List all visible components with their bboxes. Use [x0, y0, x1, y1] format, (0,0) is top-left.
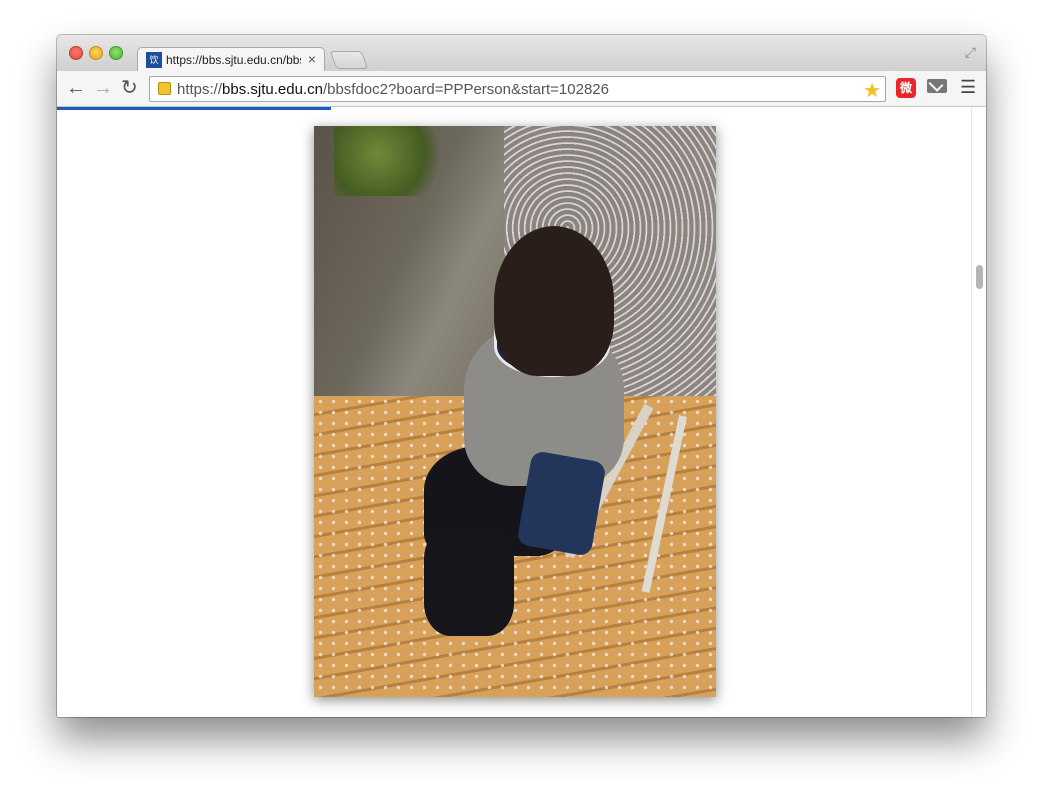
page-load-progress-bar [57, 107, 331, 110]
back-arrow-icon[interactable]: ← [66, 77, 86, 99]
url-path: /bbsfdoc2?board=PPPerson&start=102826 [322, 81, 609, 98]
scrollbar-thumb[interactable] [976, 265, 983, 289]
weibo-extension-icon[interactable]: 微 [896, 78, 916, 98]
minimize-window-button[interactable] [89, 46, 103, 60]
browser-tab[interactable]: 饮水 https://bbs.sjtu.edu.cn/bbsfdoc2?boar… [137, 47, 325, 81]
page-content [57, 107, 986, 717]
maximize-window-button[interactable] [109, 46, 123, 60]
url-scheme: https:// [177, 81, 223, 98]
tab-close-icon[interactable]: × [308, 51, 316, 67]
photo-girl-legs [424, 526, 514, 636]
browser-window: 饮水 https://bbs.sjtu.edu.cn/bbsfdoc2?boar… [57, 35, 986, 717]
site-favicon-icon: 饮水 [146, 52, 162, 81]
menu-icon[interactable]: ☰ [960, 77, 976, 98]
photo-grass [334, 126, 444, 196]
lock-warning-icon[interactable] [158, 82, 171, 95]
mail-extension-icon[interactable] [927, 79, 947, 93]
new-tab-button[interactable] [329, 51, 369, 69]
tab-title: https://bbs.sjtu.edu.cn/bbsfdoc2?board=P… [166, 53, 301, 67]
url-host: bbs.sjtu.edu.cn [222, 81, 323, 98]
close-window-button[interactable] [69, 46, 83, 60]
url-text[interactable]: https://bbs.sjtu.edu.cn/bbsfdoc2?board=P… [177, 81, 609, 98]
content-photo [314, 126, 716, 697]
vertical-scrollbar[interactable] [971, 107, 986, 717]
bookmark-star-icon[interactable]: ★ [863, 78, 881, 103]
title-bar: 饮水 https://bbs.sjtu.edu.cn/bbsfdoc2?boar… [57, 35, 986, 81]
forward-arrow-icon[interactable]: → [93, 77, 113, 99]
reload-icon[interactable]: ↻ [121, 77, 138, 99]
fullscreen-icon[interactable]: ⤢ [965, 44, 976, 61]
address-bar[interactable]: https://bbs.sjtu.edu.cn/bbsfdoc2?board=P… [149, 76, 886, 102]
browser-toolbar: ← → ↻ https://bbs.sjtu.edu.cn/bbsfdoc2?b… [57, 71, 986, 107]
photo-girl-hair [494, 226, 614, 376]
